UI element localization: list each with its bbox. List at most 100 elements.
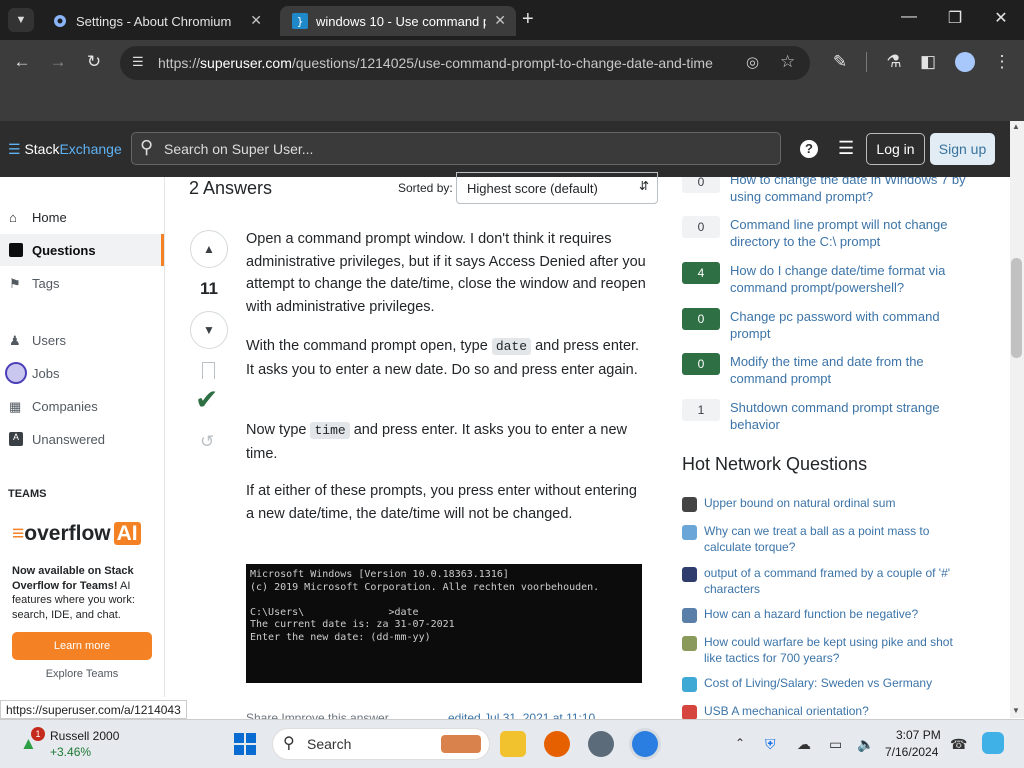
site-info-icon[interactable]: ☰ <box>132 54 144 70</box>
brand-a: Stack <box>24 141 60 157</box>
file-explorer-icon[interactable] <box>500 731 526 757</box>
answer-paragraph-1: Open a command prompt window. I don't th… <box>246 231 646 315</box>
new-tab-button[interactable]: + <box>522 8 534 31</box>
display-icon[interactable]: ▭ <box>829 736 842 753</box>
related-count: 1 <box>682 399 720 421</box>
hnq-link[interactable]: Why can we treat a ball as a point mass … <box>704 524 966 555</box>
answer-paragraph-2: With the command prompt open, type date … <box>246 335 646 381</box>
left-sidebar: ⌂ Home Questions ⚑ Tags ♟ Users Jobs ▦ Compa… <box>0 177 165 697</box>
scroll-up-icon[interactable]: ▲ <box>1012 122 1020 131</box>
defender-icon[interactable]: ⛨ <box>765 736 776 753</box>
site-icon <box>682 677 697 692</box>
sort-select[interactable]: Highest score (default) ⇵ <box>456 172 658 204</box>
related-link[interactable]: Command line prompt will not change dire… <box>730 216 975 250</box>
sidebar-item-jobs[interactable]: Jobs <box>0 357 164 389</box>
clock-date[interactable]: 7/16/2024 <box>885 745 938 759</box>
upvote-button[interactable]: ▲ <box>190 230 228 268</box>
downvote-button[interactable]: ▼ <box>190 311 228 349</box>
sort-value: Highest score (default) <box>467 181 598 196</box>
terminal-screenshot: Microsoft Windows [Version 10.0.18363.13… <box>246 564 642 683</box>
related-count: 0 <box>682 216 720 238</box>
copilot-icon[interactable] <box>982 732 1004 754</box>
home-icon: ⌂ <box>9 210 17 225</box>
url-path: /questions/1214025/use-command-prompt-to… <box>291 55 713 71</box>
close-window-button[interactable]: ✕ <box>986 8 1016 32</box>
related-link[interactable]: Change pc password with command prompt <box>730 308 975 342</box>
gear-icon <box>52 13 68 29</box>
site-icon <box>682 567 697 582</box>
page-scrollbar[interactable] <box>1010 121 1024 718</box>
sidebar-item-label: Jobs <box>32 365 60 381</box>
sidebar-item-users[interactable]: ♟ Users <box>0 324 164 356</box>
side-panel-icon[interactable]: ◧ <box>914 52 942 72</box>
firefox-icon[interactable] <box>544 731 570 757</box>
sidebar-item-home[interactable]: ⌂ Home <box>0 201 164 233</box>
learn-more-button[interactable]: Learn more <box>12 632 152 660</box>
volume-icon[interactable]: 🔈 <box>857 736 874 753</box>
sidebar-item-label: Tags <box>32 275 60 291</box>
history-icon[interactable]: ↺ <box>200 432 214 452</box>
bookmark-icon[interactable] <box>202 362 215 379</box>
vote-count: 11 <box>200 279 218 298</box>
eye-off-icon[interactable]: ◎ <box>746 53 759 71</box>
signup-button[interactable]: Sign up <box>930 133 995 165</box>
maximize-button[interactable]: ❐ <box>940 8 970 32</box>
minimize-button[interactable]: — <box>894 8 924 32</box>
bookmark-star-icon[interactable]: ☆ <box>780 52 795 72</box>
settings-icon[interactable] <box>588 731 614 757</box>
hnq-link[interactable]: Cost of Living/Salary: Sweden vs Germany <box>704 676 966 692</box>
related-link[interactable]: How to change the date in Windows 7 by u… <box>730 177 975 205</box>
login-button[interactable]: Log in <box>866 133 925 165</box>
back-icon[interactable]: ← <box>8 52 36 72</box>
close-tab-icon[interactable]: ✕ <box>494 12 506 29</box>
explore-teams-link[interactable]: Explore Teams <box>12 668 152 680</box>
sorted-by-label: Sorted by: <box>398 181 453 195</box>
code-date: date <box>491 338 532 355</box>
related-link[interactable]: Shutdown command prompt strange behavior <box>730 399 975 433</box>
stock-name[interactable]: Russell 2000 <box>50 729 119 743</box>
help-icon[interactable]: ? <box>800 140 818 158</box>
clock-time[interactable]: 3:07 PM <box>896 728 941 742</box>
hnq-link[interactable]: output of a command framed by a couple o… <box>704 566 966 597</box>
tray-chevron-icon[interactable]: ⌃ <box>735 736 745 750</box>
menu-icon[interactable]: ⋮ <box>988 52 1016 72</box>
chromium-icon[interactable] <box>632 731 658 757</box>
stackexchange-logo[interactable]: ☰ StackExchange <box>8 141 122 158</box>
sidebar-item-companies[interactable]: ▦ Companies <box>0 390 164 422</box>
labs-icon[interactable]: ⚗ <box>880 52 908 72</box>
address-bar[interactable]: ☰ https://superuser.com/questions/121402… <box>120 46 810 80</box>
search-placeholder: Search on Super User... <box>164 140 314 157</box>
tab-strip: ▼ Settings - About Chromium ✕ } windows … <box>0 0 1024 40</box>
edited-link[interactable]: edited Jul 31, 2021 at 11:10 <box>448 711 595 719</box>
related-link[interactable]: How do I change date/time format via com… <box>730 262 975 296</box>
forward-icon[interactable]: → <box>44 52 72 72</box>
url-prefix: https:// <box>158 55 201 71</box>
hnq-link[interactable]: How can a hazard function be negative? <box>704 607 966 623</box>
share-improve-links[interactable]: Share Improve this answer <box>246 711 389 719</box>
related-link[interactable]: Modify the time and date from the comman… <box>730 353 975 387</box>
sidebar-item-tags[interactable]: ⚑ Tags <box>0 267 164 299</box>
hnq-link[interactable]: USB A mechanical orientation? <box>704 704 966 719</box>
site-search-input[interactable]: ⚲ Search on Super User... <box>131 132 781 165</box>
reload-icon[interactable]: ↻ <box>80 52 108 72</box>
tab-search-button[interactable]: ▼ <box>8 8 34 32</box>
tab-superuser[interactable]: } windows 10 - Use command pr ✕ <box>280 6 516 36</box>
site-switcher-icon[interactable]: ☰ <box>838 138 854 159</box>
p2-a: With the command prompt open, type <box>246 338 492 354</box>
network-icon[interactable]: ☁ <box>797 736 811 753</box>
sidebar-item-unanswered[interactable]: A Unanswered <box>0 423 164 455</box>
hnq-link[interactable]: Upper bound on natural ordinal sum <box>704 496 966 512</box>
extensions-icon[interactable]: ✎ <box>826 52 854 72</box>
sidebar-item-questions[interactable]: Questions <box>0 234 164 266</box>
hnq-link[interactable]: How could warfare be kept using pike and… <box>704 635 966 666</box>
tab-title: windows 10 - Use command pr <box>316 13 486 29</box>
close-tab-icon[interactable]: ✕ <box>250 12 262 29</box>
notifications-bell-icon[interactable]: ☎ <box>950 736 967 753</box>
windows-start-icon[interactable] <box>234 733 256 755</box>
scroll-down-icon[interactable]: ▼ <box>1012 706 1020 715</box>
taskbar-search[interactable]: ⚲ Search <box>272 728 490 760</box>
teams-heading: TEAMS <box>8 488 47 500</box>
scrollbar-thumb[interactable] <box>1011 258 1022 358</box>
profile-avatar[interactable] <box>955 52 975 72</box>
tab-settings[interactable]: Settings - About Chromium ✕ <box>40 6 272 36</box>
